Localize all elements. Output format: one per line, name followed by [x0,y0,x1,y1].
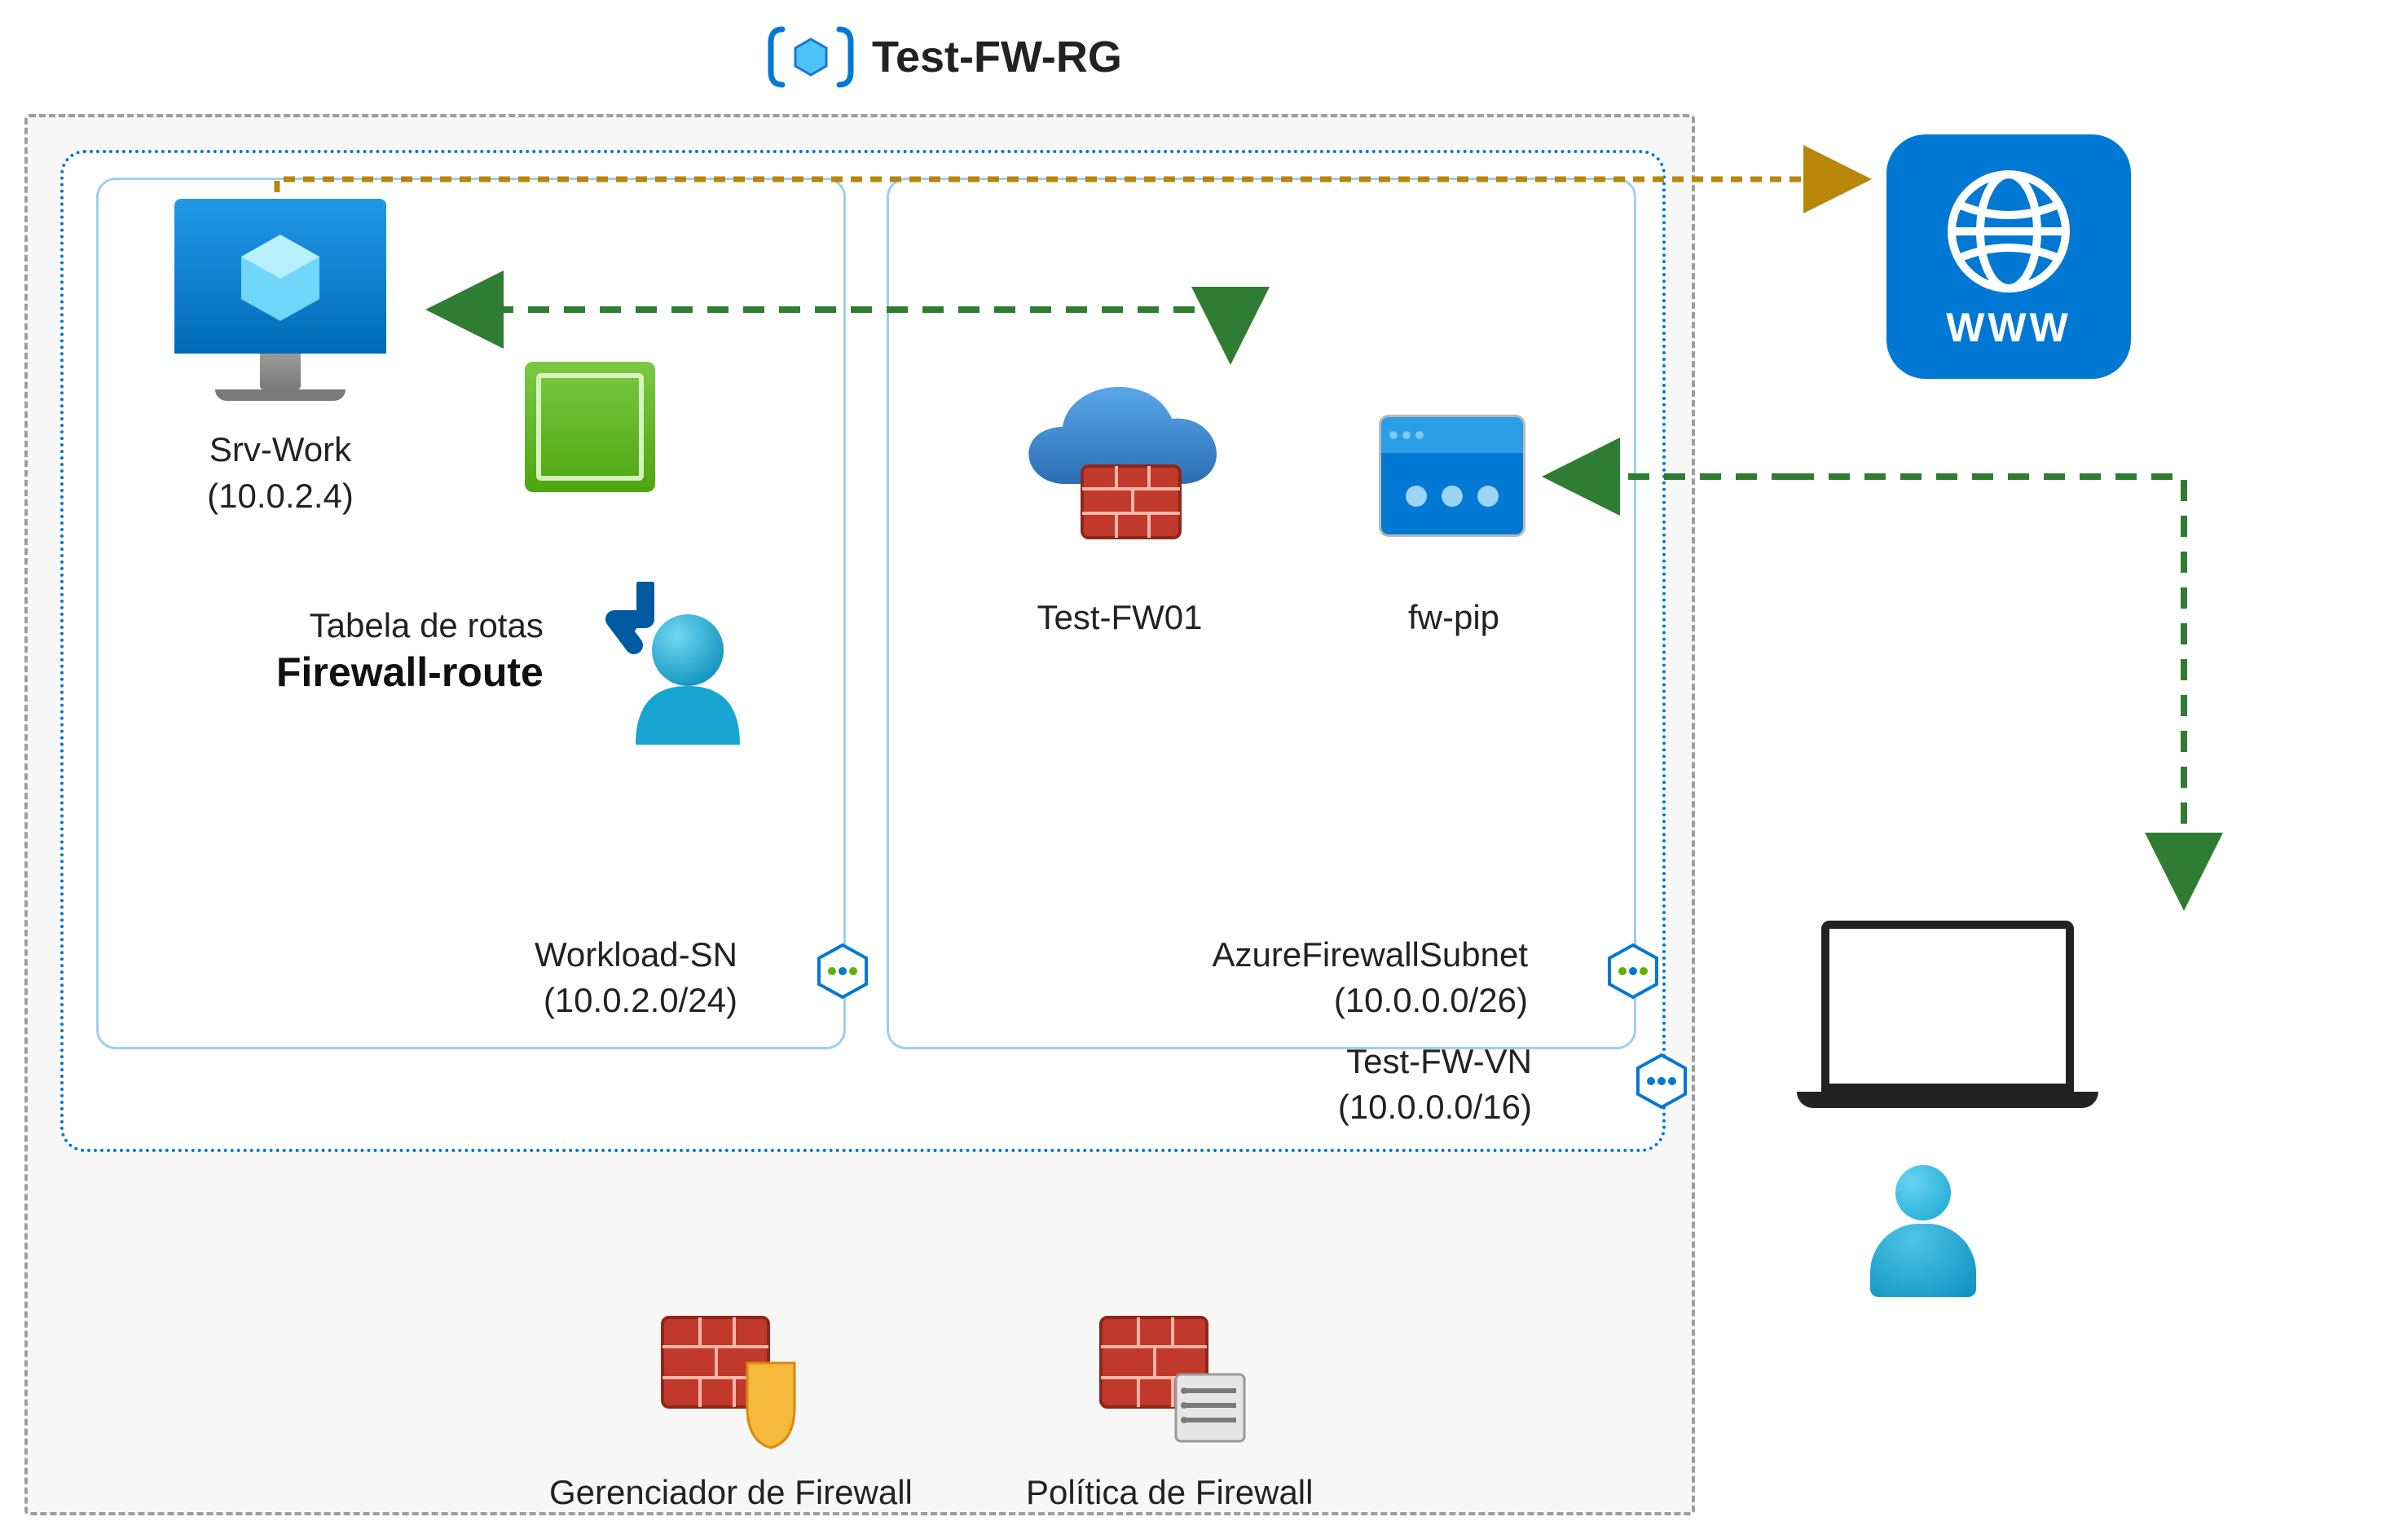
internet-label: WWW [1946,304,2071,351]
subnet-workload-label-block: Workload-SN (10.0.2.0/24) [535,932,737,1024]
resource-group-icon [766,24,856,90]
subnet-peering-icon [814,943,871,1000]
azure-firewall-icon [1006,354,1234,569]
internet-globe-icon: WWW [1886,134,2131,379]
vm-ip: (10.0.2.4) [166,473,394,520]
route-table-heading: Tabela de rotas [276,606,544,645]
firewall-policy-icon [1026,1311,1313,1453]
subnet-workload-cidr: (10.0.2.0/24) [535,978,737,1024]
firewall-policy-block: Política de Firewall [1026,1311,1313,1512]
resource-group-box: Test-FW-VN (10.0.0.0/16) Workload-SN (10… [24,114,1695,1515]
subnet-peering-icon [1605,943,1662,1000]
public-ip-icon [1379,415,1525,537]
route-table-name: Firewall-route [276,649,544,696]
resource-group-name: Test-FW-RG [872,32,1122,82]
subnet-firewall-cidr: (10.0.0.0/26) [1212,978,1528,1024]
vm-name: Srv-Work [166,427,394,473]
arrow-laptop-to-pip [1793,477,2184,904]
external-user-icon [1870,1165,1976,1295]
route-table-icon [598,582,745,749]
subnet-workload-name: Workload-SN [535,932,737,978]
firewall-manager-label: Gerenciador de Firewall [549,1473,913,1512]
subnet-firewall-name: AzureFirewallSubnet [1212,932,1528,978]
vnet-peering-icon [1633,1053,1690,1110]
firewall-manager-block: Gerenciador de Firewall [549,1311,913,1512]
resource-group-title: Test-FW-RG [766,24,1122,90]
firewall-manager-icon [549,1311,913,1453]
public-ip-name: fw-pip [1372,598,1535,637]
firewall-name: Test-FW01 [1014,598,1226,637]
firewall-policy-label: Política de Firewall [1026,1473,1313,1512]
vm-label-block: Srv-Work (10.0.2.4) [166,427,394,519]
subnet-firewall-label-block: AzureFirewallSubnet (10.0.0.0/26) [1212,932,1528,1024]
laptop-icon [1821,921,2074,1108]
vnet-label-block: Test-FW-VN (10.0.0.0/16) [1338,1039,1532,1131]
virtual-machine-icon [174,199,386,401]
route-table-label-block: Tabela de rotas Firewall-route [276,606,544,696]
network-interface-icon [525,362,655,492]
vnet-cidr: (10.0.0.0/16) [1338,1084,1532,1131]
